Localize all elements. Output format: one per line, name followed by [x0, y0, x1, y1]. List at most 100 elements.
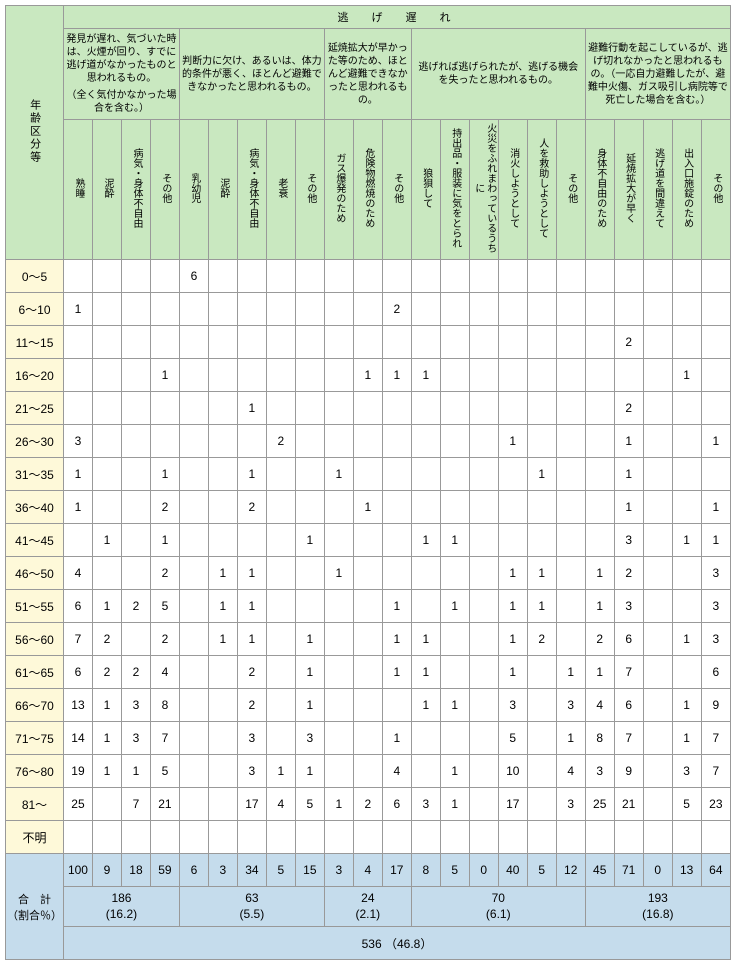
- col-header-8: その他: [295, 120, 324, 260]
- data-cell: 1: [411, 623, 440, 656]
- data-cell: [469, 755, 498, 788]
- data-cell: 1: [208, 623, 237, 656]
- data-cell: 2: [353, 788, 382, 821]
- data-cell: 1: [672, 359, 701, 392]
- col-total: 13: [672, 854, 701, 887]
- data-cell: [556, 359, 585, 392]
- data-cell: 1: [324, 557, 353, 590]
- data-cell: [498, 524, 527, 557]
- col-total: 45: [585, 854, 614, 887]
- data-cell: 1: [92, 590, 121, 623]
- row-label: 71～75: [6, 722, 64, 755]
- col-total: 0: [643, 854, 672, 887]
- data-cell: [556, 557, 585, 590]
- data-cell: [150, 392, 179, 425]
- row-label: 56～60: [6, 623, 64, 656]
- data-cell: [469, 722, 498, 755]
- group-3: 逃げれば逃げられたが、逃げる機会を失ったと思われるもの。: [411, 29, 585, 120]
- data-cell: 1: [527, 458, 556, 491]
- data-cell: 1: [150, 458, 179, 491]
- data-cell: 9: [614, 755, 643, 788]
- data-cell: [92, 260, 121, 293]
- group-total-3: 70(6.1): [411, 887, 585, 927]
- row-label: 81～: [6, 788, 64, 821]
- data-cell: [672, 425, 701, 458]
- data-cell: [121, 293, 150, 326]
- data-cell: [527, 491, 556, 524]
- data-cell: [266, 557, 295, 590]
- data-cell: [469, 821, 498, 854]
- data-cell: [353, 458, 382, 491]
- data-cell: 3: [556, 689, 585, 722]
- data-cell: [382, 491, 411, 524]
- data-cell: 1: [92, 689, 121, 722]
- row-label: 11～15: [6, 326, 64, 359]
- data-cell: [179, 293, 208, 326]
- data-cell: [440, 722, 469, 755]
- group-total-2: 24(2.1): [324, 887, 411, 927]
- data-cell: 1: [382, 359, 411, 392]
- data-cell: 6: [614, 623, 643, 656]
- data-cell: [643, 392, 672, 425]
- col-header-15: 消火しようとして: [498, 120, 527, 260]
- data-cell: [556, 260, 585, 293]
- data-cell: [92, 491, 121, 524]
- data-cell: [469, 392, 498, 425]
- data-cell: 1: [295, 623, 324, 656]
- col-header-3: その他: [150, 120, 179, 260]
- title-top: 逃 げ 遅 れ: [63, 6, 730, 29]
- data-cell: 1: [92, 722, 121, 755]
- col-header-2: 病気・身体不自由: [121, 120, 150, 260]
- group-total-4: 193(16.8): [585, 887, 730, 927]
- col-header-11: その他: [382, 120, 411, 260]
- data-cell: [179, 656, 208, 689]
- data-cell: 1: [353, 359, 382, 392]
- row-label: 76～80: [6, 755, 64, 788]
- col-total: 3: [208, 854, 237, 887]
- data-cell: 1: [382, 656, 411, 689]
- data-cell: [237, 425, 266, 458]
- group-1: 判断力に欠け、あるいは、体力的条件が悪く、ほとんど避難できなかったと思われるもの…: [179, 29, 324, 120]
- data-cell: [382, 557, 411, 590]
- data-cell: 1: [295, 656, 324, 689]
- data-cell: [556, 392, 585, 425]
- row-label: 6～10: [6, 293, 64, 326]
- data-cell: 3: [63, 425, 92, 458]
- data-cell: [208, 425, 237, 458]
- data-cell: [643, 425, 672, 458]
- data-cell: 1: [295, 689, 324, 722]
- col-total: 4: [353, 854, 382, 887]
- data-cell: [672, 590, 701, 623]
- data-cell: [556, 425, 585, 458]
- data-cell: [179, 722, 208, 755]
- data-cell: 7: [121, 788, 150, 821]
- col-header-22: その他: [701, 120, 730, 260]
- data-cell: [208, 326, 237, 359]
- data-cell: 2: [614, 557, 643, 590]
- data-cell: 3: [121, 689, 150, 722]
- data-cell: 1: [440, 755, 469, 788]
- group-4: 避難行動を起こしているが、逃げ切れなかったと思われるもの。（一応自力避難したが、…: [585, 29, 730, 120]
- data-cell: [440, 656, 469, 689]
- data-cell: 1: [382, 590, 411, 623]
- data-cell: [701, 326, 730, 359]
- data-cell: [295, 326, 324, 359]
- data-cell: [121, 425, 150, 458]
- data-cell: [63, 821, 92, 854]
- row-label: 26～30: [6, 425, 64, 458]
- data-cell: [527, 821, 556, 854]
- data-cell: [121, 458, 150, 491]
- data-cell: [411, 491, 440, 524]
- data-cell: [440, 293, 469, 326]
- data-cell: [208, 359, 237, 392]
- data-cell: [179, 392, 208, 425]
- data-cell: [643, 458, 672, 491]
- data-cell: [585, 260, 614, 293]
- data-cell: [440, 260, 469, 293]
- data-cell: [295, 590, 324, 623]
- group-2: 延焼拡大が早かった等のため、ほとんど避難できなかったと思われるもの。: [324, 29, 411, 120]
- data-cell: [672, 392, 701, 425]
- data-cell: [266, 590, 295, 623]
- data-cell: 19: [63, 755, 92, 788]
- data-cell: [440, 623, 469, 656]
